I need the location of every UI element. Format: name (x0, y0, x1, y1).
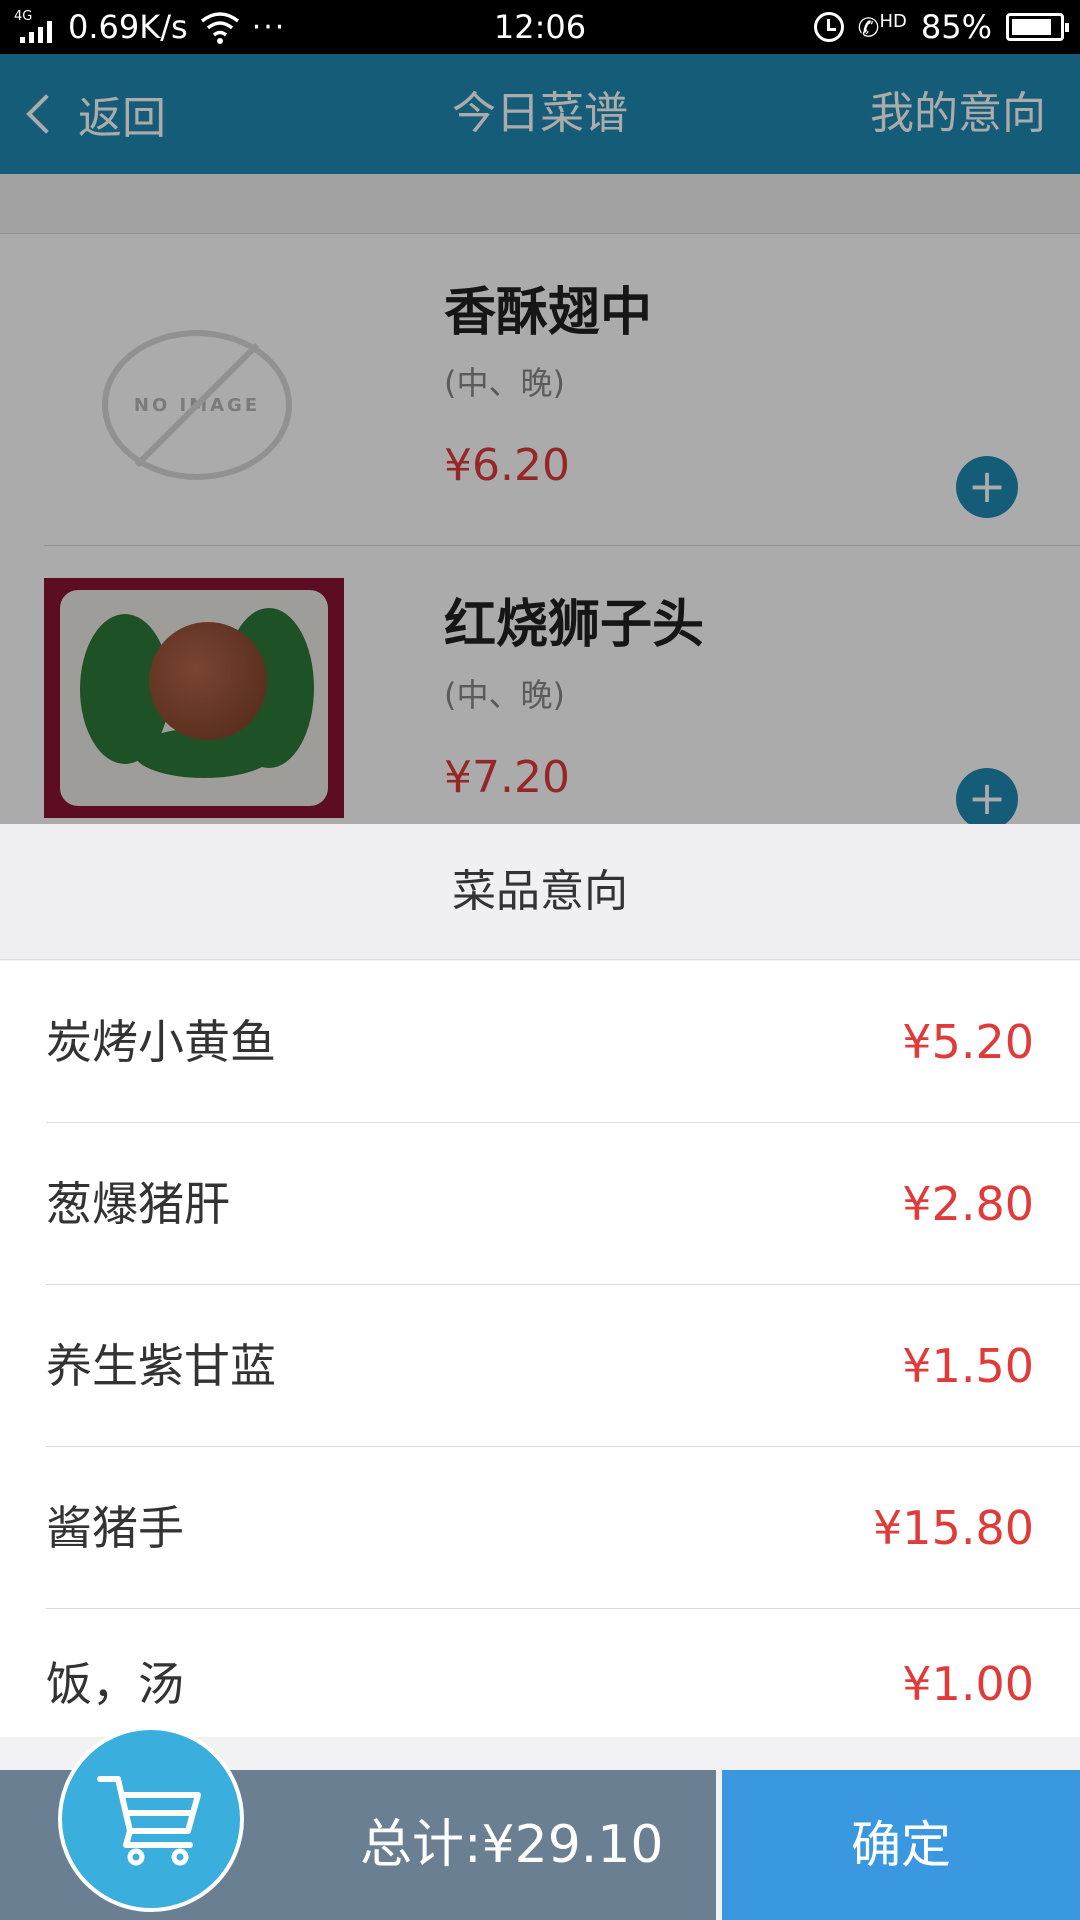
list-item[interactable]: 饭，汤 ¥1.00 (46, 1609, 1080, 1737)
item-name: 酱猪手 (46, 1501, 184, 1555)
item-name: 养生紫甘蓝 (46, 1339, 276, 1393)
item-name: 饭，汤 (46, 1657, 184, 1711)
alarm-icon (813, 12, 844, 42)
battery-percent: 85% (920, 8, 992, 46)
intention-list: 炭烤小黄鱼 ¥5.20 葱爆猪肝 ¥2.80 养生紫甘蓝 ¥1.50 酱猪手 ¥… (0, 961, 1080, 1737)
list-item[interactable]: 养生紫甘蓝 ¥1.50 (46, 1285, 1080, 1447)
cart-button[interactable] (58, 1726, 244, 1912)
hd-call-icon: ✆HD (857, 10, 907, 44)
item-name: 炭烤小黄鱼 (46, 1015, 276, 1069)
list-item[interactable]: 酱猪手 ¥15.80 (46, 1447, 1080, 1609)
list-item[interactable]: 葱爆猪肝 ¥2.80 (46, 1123, 1080, 1285)
shopping-cart-icon (97, 1776, 201, 1866)
status-bar: 4G 0.69K/s ··· 12:06 ✆HD 85% (0, 0, 1080, 54)
battery-icon (1006, 13, 1069, 41)
hd-label: HD (879, 10, 907, 32)
confirm-button[interactable]: 确定 (722, 1770, 1080, 1920)
item-price: ¥2.80 (902, 1177, 1034, 1231)
list-item[interactable]: 炭烤小黄鱼 ¥5.20 (46, 961, 1080, 1123)
total-price: 总计:¥29.10 (360, 1815, 664, 1875)
item-price: ¥15.80 (873, 1501, 1034, 1555)
sheet-title: 菜品意向 (0, 824, 1080, 960)
item-price: ¥5.20 (902, 1015, 1034, 1069)
item-name: 葱爆猪肝 (46, 1177, 230, 1231)
item-price: ¥1.00 (902, 1657, 1034, 1711)
item-price: ¥1.50 (902, 1339, 1034, 1393)
dim-overlay[interactable] (0, 54, 1080, 824)
